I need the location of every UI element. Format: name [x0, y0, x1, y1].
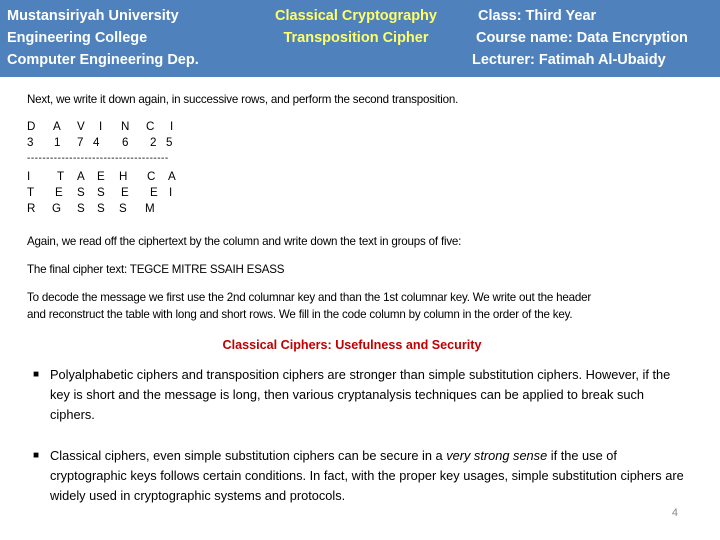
table-cell: S — [77, 186, 85, 199]
bullet-emphasis: very strong sense — [446, 448, 548, 463]
key-number: 3 — [27, 136, 34, 149]
key-letter: D — [27, 120, 36, 133]
key-number: 6 — [122, 136, 129, 149]
college-name: Engineering College — [7, 30, 148, 46]
table-cell: M — [145, 202, 155, 215]
bullet-item: ■ Classical ciphers, even simple substit… — [27, 446, 687, 506]
course-info: Class: Third Year Course name: Data Encr… — [472, 5, 688, 71]
table-cell: R — [27, 202, 36, 215]
table-cell: C — [147, 170, 156, 183]
table-cell: A — [77, 170, 85, 183]
table-cell: S — [97, 202, 105, 215]
section-title: Classical Ciphers: Usefulness and Securi… — [222, 338, 482, 352]
topic-title: Classical Cryptography — [275, 8, 437, 24]
bullet-text: Classical ciphers, even simple substitut… — [50, 446, 687, 506]
table-cell: I — [169, 186, 173, 199]
key-letter: C — [146, 120, 155, 133]
topic-subtitle: Transposition Cipher — [283, 30, 429, 46]
intro-text: Next, we write it down again, in success… — [27, 93, 459, 106]
bullet-item: ■ Polyalphabetic ciphers and transpositi… — [27, 365, 687, 425]
table-cell: A — [168, 170, 176, 183]
key-letter: A — [53, 120, 61, 133]
university-name: Mustansiriyah University — [7, 8, 179, 24]
key-number: 1 — [54, 136, 61, 149]
bullet-text: Polyalphabetic ciphers and transposition… — [50, 365, 687, 425]
table-separator: ------------------------------------- — [27, 153, 169, 164]
bullet-square-icon: ■ — [33, 450, 40, 461]
institution-info: Mustansiriyah University Engineering Col… — [7, 5, 199, 71]
key-letter: I — [170, 120, 174, 133]
table-cell: E — [55, 186, 63, 199]
table-cell: I — [27, 170, 31, 183]
page-number: 4 — [671, 507, 678, 519]
key-number: 2 — [150, 136, 157, 149]
slide-header: Mustansiriyah University Engineering Col… — [0, 0, 720, 77]
read-off-text: Again, we read off the ciphertext by the… — [27, 235, 462, 248]
key-letter: I — [99, 120, 103, 133]
decode-text-line-2: and reconstruct the table with long and … — [27, 308, 573, 321]
table-cell: E — [97, 170, 105, 183]
table-cell: S — [77, 202, 85, 215]
course-name: Course name: Data Encryption — [476, 30, 688, 46]
decode-text-line-1: To decode the message we first use the 2… — [27, 291, 592, 304]
table-cell: E — [150, 186, 158, 199]
lecturer-name: Lecturer: Fatimah Al-Ubaidy — [472, 52, 666, 68]
bullet-square-icon: ■ — [33, 369, 40, 380]
table-cell: G — [52, 202, 62, 215]
table-cell: S — [119, 202, 127, 215]
class-year: Class: Third Year — [478, 8, 597, 24]
table-cell: E — [121, 186, 129, 199]
key-number: 5 — [166, 136, 173, 149]
key-number: 4 — [93, 136, 100, 149]
final-cipher-text: The final cipher text: TEGCE MITRE SSAIH… — [27, 263, 285, 276]
table-cell: H — [119, 170, 128, 183]
key-letter: N — [121, 120, 130, 133]
bullet-text-part: Classical ciphers, even simple substitut… — [50, 448, 447, 463]
key-number: 7 — [77, 136, 84, 149]
department-name: Computer Engineering Dep. — [7, 52, 199, 68]
table-cell: S — [97, 186, 105, 199]
table-cell: T — [57, 170, 65, 183]
key-letter: V — [77, 120, 85, 133]
course-topic: Classical Cryptography Transposition Cip… — [275, 5, 437, 49]
table-cell: T — [27, 186, 35, 199]
bullet-text-part: Polyalphabetic ciphers and transposition… — [50, 367, 671, 422]
